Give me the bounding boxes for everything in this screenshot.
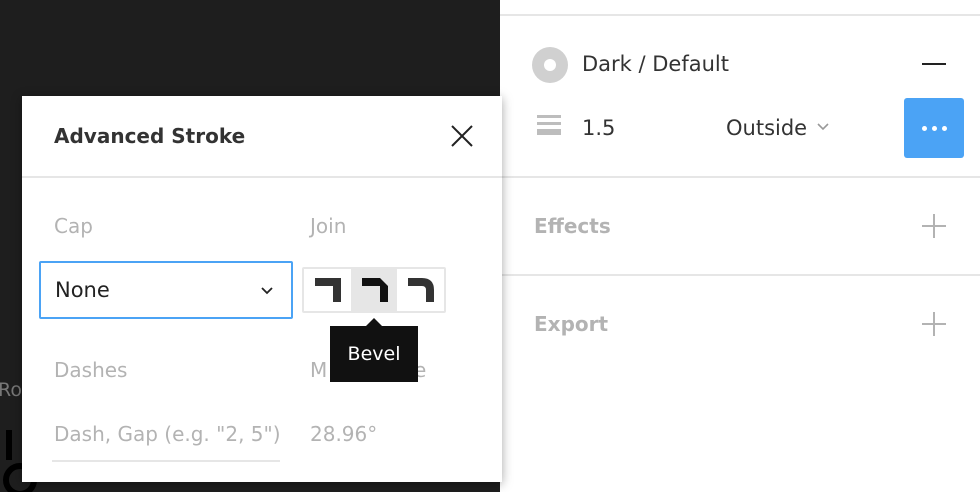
chevron-down-icon (817, 123, 829, 131)
divider (500, 176, 980, 178)
join-miter-icon (315, 278, 341, 302)
modal-title: Advanced Stroke (54, 124, 246, 148)
join-round-button[interactable] (397, 269, 444, 311)
add-effect-icon[interactable] (922, 214, 946, 238)
join-bevel-icon (361, 278, 388, 302)
divider (500, 274, 980, 276)
join-label: Join (310, 214, 347, 238)
chevron-down-icon (261, 287, 273, 295)
join-miter-button[interactable] (304, 269, 351, 311)
miter-angle-label-start: M (310, 358, 328, 382)
close-icon[interactable] (446, 120, 478, 152)
stroke-weight-value[interactable]: 1.5 (582, 116, 615, 140)
minus-icon[interactable] (922, 63, 946, 65)
cap-label: Cap (54, 214, 93, 238)
join-segmented-control (302, 267, 446, 313)
cap-select[interactable]: None (39, 261, 293, 319)
cap-select-value: None (55, 278, 110, 302)
modal-header: Advanced Stroke (22, 96, 502, 178)
dashes-input[interactable]: Dash, Gap (e.g. "2, 5") (52, 410, 281, 462)
canvas-layer-text: Ro (0, 379, 22, 401)
stroke-position-select[interactable]: Outside (726, 116, 807, 140)
more-icon (921, 125, 927, 131)
tooltip-text: Bevel (347, 343, 401, 365)
stroke-weight-icon (537, 115, 561, 141)
join-round-icon (408, 278, 435, 302)
dashes-placeholder: Dash, Gap (e.g. "2, 5") (54, 422, 281, 446)
stroke-color-name[interactable]: Dark / Default (582, 52, 729, 76)
effects-section-title: Effects (534, 214, 611, 238)
dashes-label: Dashes (54, 358, 128, 382)
color-swatch-icon[interactable] (532, 47, 568, 83)
divider (500, 14, 980, 16)
add-export-icon[interactable] (922, 312, 946, 336)
join-tooltip: Bevel (330, 318, 418, 382)
miter-angle-value[interactable]: 28.96° (310, 422, 377, 446)
advanced-stroke-modal: Advanced Stroke Cap Join None Dashes M e… (22, 96, 502, 482)
join-bevel-button[interactable] (350, 269, 398, 311)
export-section-title: Export (534, 312, 609, 336)
properties-panel: Dark / Default 1.5 Outside Effects Expor… (500, 0, 980, 492)
advanced-stroke-button[interactable] (904, 98, 964, 158)
